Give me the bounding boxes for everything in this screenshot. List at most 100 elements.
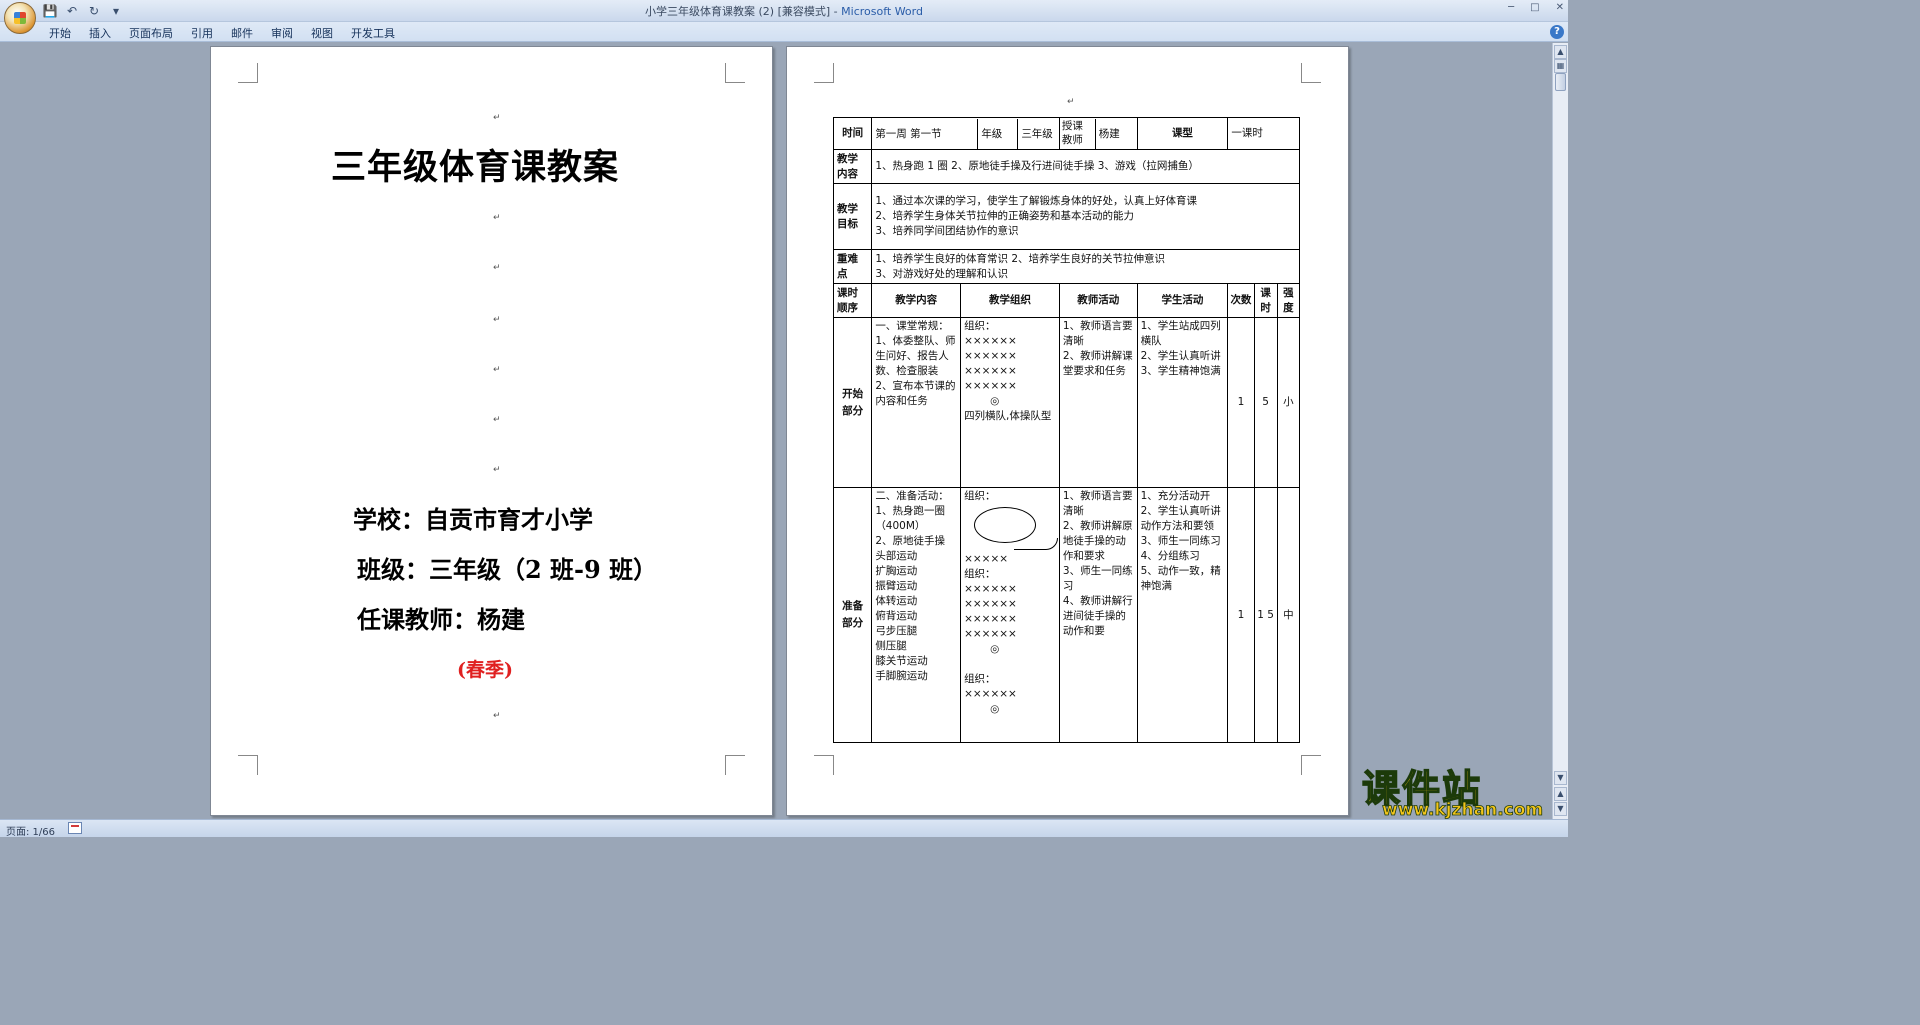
student-activity-line: 4、分组练习	[1140, 550, 1200, 562]
section-intensity: 中	[1276, 487, 1301, 743]
close-icon[interactable]: ✕	[1556, 2, 1564, 13]
content-line: 头部运动	[875, 550, 918, 562]
ribbon: 开始 插入 页面布局 引用 邮件 审阅 视图 开发工具 ?	[0, 22, 1568, 42]
scroll-up-icon[interactable]: ▲	[1554, 45, 1567, 59]
content-line: 俯背运动	[875, 610, 918, 622]
header-teacher-activity: 教师活动	[1058, 283, 1138, 318]
vertical-scrollbar[interactable]: ▲ ▦ ▼ ▲ ▼	[1552, 43, 1568, 819]
paragraph-mark: ↵	[493, 213, 501, 223]
tab-review[interactable]: 审阅	[262, 22, 302, 42]
org-line: ×××××	[964, 553, 1009, 565]
org-line: ××××××	[964, 350, 1017, 362]
crop-mark	[1301, 63, 1321, 83]
tab-mailings[interactable]: 邮件	[222, 22, 262, 42]
scroll-down-icon[interactable]: ▼	[1554, 771, 1567, 785]
section-teacher-activity: 1、教师语言要清晰 2、教师讲解原地徒手操的动作和要求 3、师生一同练习 4、教…	[1058, 487, 1138, 743]
header-organization: 教学组织	[960, 283, 1060, 318]
section-teacher-activity: 1、教师语言要清晰 2、教师讲解课堂要求和任务	[1058, 317, 1138, 488]
org-line	[964, 657, 1056, 672]
previous-page-icon[interactable]: ▲	[1554, 787, 1567, 801]
type-value: 一课时	[1227, 117, 1300, 150]
paragraph-mark: ↵	[493, 711, 501, 721]
document-page-lesson[interactable]: ↵ 时间 第一周 第一节 年级 三年级 授课教师 杨建 课型 一课时 教学内容 …	[786, 46, 1349, 816]
page-indicator[interactable]: 页面: 1/66	[6, 823, 55, 838]
help-icon[interactable]: ?	[1550, 25, 1564, 39]
window-title: 小学三年级体育课教案 (2) [兼容模式] - Microsoft Word	[0, 3, 1568, 19]
proofing-icon[interactable]	[68, 822, 82, 834]
scrollbar-thumb[interactable]	[1555, 73, 1566, 91]
key-point-item: 1、培养学生良好的体育常识 2、培养学生良好的关节拉伸意识	[875, 252, 1166, 265]
content-line: 弓步压腿	[875, 625, 918, 637]
section-times: 1	[1227, 487, 1255, 743]
org-line: ××××××	[964, 380, 1017, 392]
paragraph-mark: ↵	[493, 365, 501, 375]
org-line: 四列横队,体操队型	[964, 410, 1052, 422]
crop-mark	[1301, 755, 1321, 775]
content-line: 手脚腕运动	[875, 670, 928, 682]
org-line: ××××××	[964, 335, 1017, 347]
student-activity-line: 3、学生精神饱满	[1140, 365, 1221, 377]
goal-item: 1、通过本次课的学习，使学生了解锻炼身体的好处，认真上好体育课	[875, 195, 1197, 207]
tab-view[interactable]: 视图	[302, 22, 342, 42]
type-label: 课型	[1136, 117, 1229, 150]
org-line: 组织：	[964, 568, 996, 580]
watermark-url: www.kjzhan.com	[1382, 800, 1544, 821]
tab-references[interactable]: 引用	[182, 22, 222, 42]
section-times: 1	[1227, 317, 1255, 488]
paragraph-mark: ↵	[493, 113, 501, 123]
student-activity-line: 1、充分活动开	[1140, 490, 1211, 502]
org-line: ××××××	[964, 583, 1017, 595]
section-minutes: 5	[1253, 317, 1278, 488]
maximize-icon[interactable]: □	[1530, 2, 1539, 13]
tab-home[interactable]: 开始	[40, 22, 80, 42]
header-minutes: 课时	[1253, 283, 1278, 318]
org-line: 组织：	[964, 320, 996, 332]
header-student-activity: 学生活动	[1136, 283, 1229, 318]
section-student-activity: 1、充分活动开 2、学生认真听讲动作方法和要领 3、师生一同练习 4、分组练习 …	[1136, 487, 1229, 743]
section-name: 开始部分	[832, 317, 873, 488]
instructor-label: 授课教师	[1060, 118, 1096, 149]
tab-developer[interactable]: 开发工具	[342, 22, 404, 42]
paragraph-mark: ↵	[493, 263, 501, 273]
header-content: 教学内容	[871, 283, 962, 318]
document-page-cover[interactable]: ↵ 三年级体育课教案 ↵ ↵ ↵ ↵ ↵ ↵ 学校：自贡市育才小学 班级：三年级…	[210, 46, 773, 816]
tab-insert[interactable]: 插入	[80, 22, 120, 42]
tab-page-layout[interactable]: 页面布局	[120, 22, 182, 42]
grade-value: 三年级	[1021, 127, 1053, 140]
document-workspace[interactable]: ↵ 三年级体育课教案 ↵ ↵ ↵ ↵ ↵ ↵ 学校：自贡市育才小学 班级：三年级…	[0, 43, 1552, 819]
org-line: ××××××	[964, 628, 1017, 640]
title-bar: 💾 ↶ ↻ ▾ 小学三年级体育课教案 (2) [兼容模式] - Microsof…	[0, 0, 1568, 22]
watermark-logo: 课件站 www.kjzhan.com	[1361, 758, 1552, 821]
key-point-item: 3、对游戏好处的理解和认识	[875, 267, 1008, 280]
next-page-icon[interactable]: ▼	[1554, 802, 1567, 816]
section-content: 一、课堂常规： 1、体委整队、师生问好、报告人数、检查服装 2、宣布本节课的内容…	[871, 317, 962, 488]
content-line: 侧压腿	[875, 640, 907, 652]
crop-mark	[238, 63, 258, 83]
content-line: 2、宣布本节课的内容和任务	[875, 380, 956, 407]
teacher-activity-line: 1、教师语言要清晰	[1062, 320, 1133, 347]
student-activity-line: 2、学生认真听讲	[1140, 350, 1221, 362]
instructor-value: 杨建	[1098, 127, 1120, 140]
content-line: 振臂运动	[875, 580, 918, 592]
crop-mark	[725, 63, 745, 83]
paragraph-mark: ↵	[1067, 97, 1075, 107]
ruler-toggle-icon[interactable]: ▦	[1554, 59, 1567, 73]
section-intensity: 小	[1276, 317, 1301, 488]
minimize-icon[interactable]: ─	[1508, 2, 1514, 13]
org-line: ××××××	[964, 365, 1017, 377]
org-line: ××××××	[964, 688, 1017, 700]
student-activity-line: 1、学生站成四列横队	[1140, 320, 1221, 347]
goal-item: 3、培养同学间团结协作的意识	[875, 225, 1019, 237]
teacher-position-icon: ◎	[990, 703, 1000, 715]
paragraph-mark: ↵	[493, 415, 501, 425]
org-line: ××××××	[964, 613, 1017, 625]
section-minutes: 1 5	[1253, 487, 1278, 743]
section-content: 二、准备活动： 1、热身跑一圈（400M） 2、原地徒手操 头部运动 扩胸运动 …	[871, 487, 962, 743]
teacher-activity-line: 3、师生一同练习	[1062, 565, 1133, 592]
ribbon-tabs: 开始 插入 页面布局 引用 邮件 审阅 视图 开发工具	[40, 22, 404, 42]
content-line: 1、体委整队、师生问好、报告人数、检查服装	[875, 335, 956, 377]
status-bar: 页面: 1/66	[0, 819, 1568, 838]
office-logo-icon[interactable]	[4, 2, 36, 34]
crop-mark	[814, 63, 834, 83]
table-row: 准备部分 二、准备活动： 1、热身跑一圈（400M） 2、原地徒手操 头部运动 …	[832, 487, 1301, 743]
